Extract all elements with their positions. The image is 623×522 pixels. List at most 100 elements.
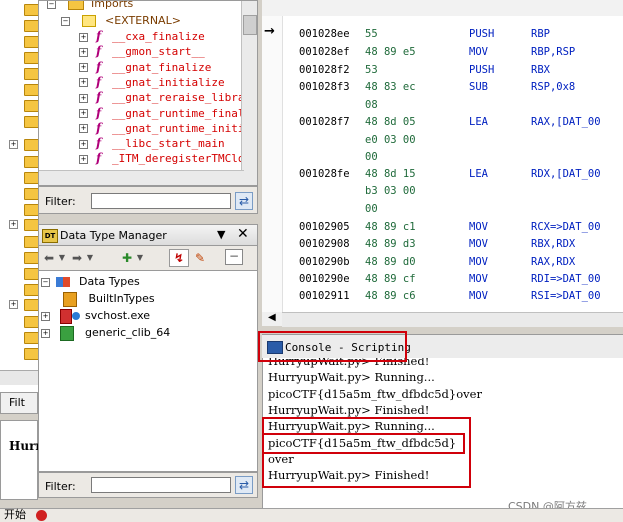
forward-dropdown-icon[interactable]: ▼: [85, 249, 95, 267]
collapse-icon[interactable]: −: [61, 16, 70, 26]
left-filter-tab[interactable]: Filt: [0, 392, 38, 414]
function-item[interactable]: + f __gnat_reraise_librar: [79, 90, 251, 105]
console-title-highlight: [258, 331, 407, 362]
listing-row[interactable]: 001028ef 48 89 e5 MOV RBP,RSP: [299, 44, 575, 60]
datatype-filter-input[interactable]: [91, 477, 231, 493]
expand-icon[interactable]: +: [9, 140, 18, 149]
function-item[interactable]: + f __gnat_initialize: [79, 75, 225, 90]
cursor-arrow-icon: →: [264, 24, 275, 39]
back-dropdown-icon[interactable]: ▼: [57, 249, 67, 267]
expand-icon[interactable]: +: [79, 154, 88, 164]
symbol-tree-horizontal-scrollbar[interactable]: [39, 170, 244, 185]
tree-node-svchost[interactable]: + svchost.exe: [41, 308, 150, 324]
listing-row[interactable]: 001028f7 48 8d 05 LEA RAX,[DAT_00: [299, 114, 601, 130]
data-types-icon: [55, 277, 70, 287]
listing-row[interactable]: 001028ee 55 PUSH RBP: [299, 26, 550, 42]
sync-icon[interactable]: ↯: [169, 249, 189, 267]
expand-icon[interactable]: +: [41, 311, 50, 321]
instruction-address: 001028f2: [299, 64, 350, 76]
add-archive-icon[interactable]: ✚: [119, 249, 135, 267]
expand-icon[interactable]: +: [79, 109, 88, 118]
unlink-icon[interactable]: ✎: [191, 249, 209, 267]
close-icon[interactable]: ✕: [237, 226, 249, 242]
app-taskbar-icon[interactable]: [36, 510, 47, 521]
listing-row[interactable]: 00102905 48 89 c1 MOV RCX=>DAT_00: [299, 219, 601, 235]
listing-horizontal-scrollbar[interactable]: [282, 312, 623, 327]
expand-icon[interactable]: +: [9, 300, 18, 309]
tree-label: generic_clib_64: [85, 326, 171, 339]
datatype-filter-row: Filter: ⇄: [38, 472, 258, 498]
listing-row[interactable]: 001028fe 48 8d 15 LEA RDX,[DAT_00: [299, 166, 601, 182]
left-horizontal-scrollbar[interactable]: [0, 370, 38, 385]
add-dropdown-icon[interactable]: ▼: [135, 249, 145, 267]
scroll-left-icon[interactable]: ◀: [268, 312, 276, 323]
folder-icon: [24, 100, 38, 112]
function-name: __libc_start_main: [112, 137, 225, 151]
listing-row[interactable]: 00: [299, 201, 531, 217]
instruction-address: 001028f3: [299, 81, 350, 93]
listing-row[interactable]: 08: [299, 97, 531, 113]
collapse-icon[interactable]: −: [41, 277, 50, 287]
function-name: __gnat_initialize: [112, 75, 225, 89]
listing-row[interactable]: e0 03 00: [299, 132, 531, 148]
listing-view[interactable]: 001028ee 55 PUSH RBP 001028ef 48 89 e5 MOV RBP,…: [262, 16, 623, 312]
expand-icon[interactable]: +: [79, 78, 88, 88]
expand-icon[interactable]: +: [9, 220, 18, 229]
tree-node-generic-clib[interactable]: + generic_clib_64: [41, 325, 171, 341]
imports-label: Imports: [91, 0, 134, 10]
listing-row[interactable]: b3 03 00: [299, 183, 531, 199]
console-line: HurryupWait.py> Finished!: [268, 402, 430, 417]
tree-node-builtin[interactable]: BuiltInTypes: [63, 291, 155, 307]
instruction-operands: RSP,0x8: [531, 81, 576, 93]
data-type-tree[interactable]: − Data Types BuiltInTypes + svchost.exe …: [38, 270, 258, 472]
expand-icon[interactable]: +: [79, 47, 88, 57]
decompile-preview-text: Hurr: [9, 439, 42, 453]
function-name: __gmon_start__: [112, 45, 205, 59]
instruction-bytes: 55: [365, 28, 378, 40]
collapse-all-icon[interactable]: −: [225, 249, 243, 265]
expand-icon[interactable]: +: [79, 139, 88, 149]
symbol-filter-input[interactable]: [91, 193, 231, 209]
expand-icon[interactable]: +: [41, 328, 50, 338]
function-item[interactable]: + f __gmon_start__: [79, 44, 205, 59]
expand-icon[interactable]: +: [79, 32, 88, 42]
function-icon: f: [96, 90, 102, 105]
dropdown-icon[interactable]: ▼: [217, 228, 225, 241]
instruction-operands: RAX,RDX: [531, 256, 576, 268]
expand-icon[interactable]: +: [79, 124, 88, 134]
function-item[interactable]: + f _ITM_deregisterTMClon: [79, 151, 251, 166]
function-item[interactable]: + f __gnat_finalize: [79, 60, 211, 75]
listing-row[interactable]: 001028f3 48 83 ec SUB RSP,0x8: [299, 79, 575, 95]
tree-node-external[interactable]: − <EXTERNAL>: [61, 13, 181, 28]
scrollbar-thumb[interactable]: [243, 15, 257, 35]
function-item[interactable]: + f __cxa_finalize: [79, 29, 205, 44]
listing-row[interactable]: 0010290e 48 89 cf MOV RDI=>DAT_00: [299, 271, 601, 287]
tree-node-data-types[interactable]: − Data Types: [41, 274, 140, 289]
symbol-tree-vertical-scrollbar[interactable]: [241, 1, 257, 185]
listing-row[interactable]: 00102911 48 89 c6 MOV RSI=>DAT_00: [299, 288, 601, 304]
tree-node-imports[interactable]: − Imports: [47, 0, 134, 11]
expand-icon[interactable]: +: [79, 63, 88, 73]
program-tree-strip[interactable]: + + +: [0, 0, 39, 400]
filter-options-icon[interactable]: ⇄: [235, 476, 253, 494]
filter-options-icon[interactable]: ⇄: [235, 192, 253, 210]
function-item[interactable]: + f __libc_start_main: [79, 136, 225, 151]
listing-row[interactable]: 0010290b 48 89 d0 MOV RAX,RDX: [299, 254, 575, 270]
listing-row[interactable]: 00102908 48 89 d3 MOV RBX,RDX: [299, 236, 575, 252]
symbol-tree-panel[interactable]: − Imports − <EXTERNAL> + f __cxa_finalize +…: [38, 0, 258, 186]
listing-gutter: →: [262, 16, 283, 312]
data-types-label: Data Types: [79, 275, 140, 288]
listing-row[interactable]: 00: [299, 149, 531, 165]
function-item[interactable]: + f __gnat_runtime_finali: [79, 106, 251, 121]
listing-row[interactable]: 001028f2 53 PUSH RBX: [299, 62, 550, 78]
data-type-manager-titlebar[interactable]: DT Data Type Manager ▼ ✕: [38, 224, 258, 246]
instruction-bytes: 48 89 e5: [365, 46, 416, 58]
collapse-icon[interactable]: −: [47, 1, 56, 9]
folder-icon: [24, 348, 38, 360]
instruction-operands: RBX: [531, 64, 550, 76]
start-button[interactable]: 开始: [4, 509, 26, 521]
expand-icon[interactable]: +: [79, 93, 88, 103]
function-item[interactable]: + f __gnat_runtime_initia: [79, 121, 251, 136]
forward-arrow-icon[interactable]: ➡: [69, 249, 85, 267]
back-arrow-icon[interactable]: ⬅: [41, 249, 57, 267]
